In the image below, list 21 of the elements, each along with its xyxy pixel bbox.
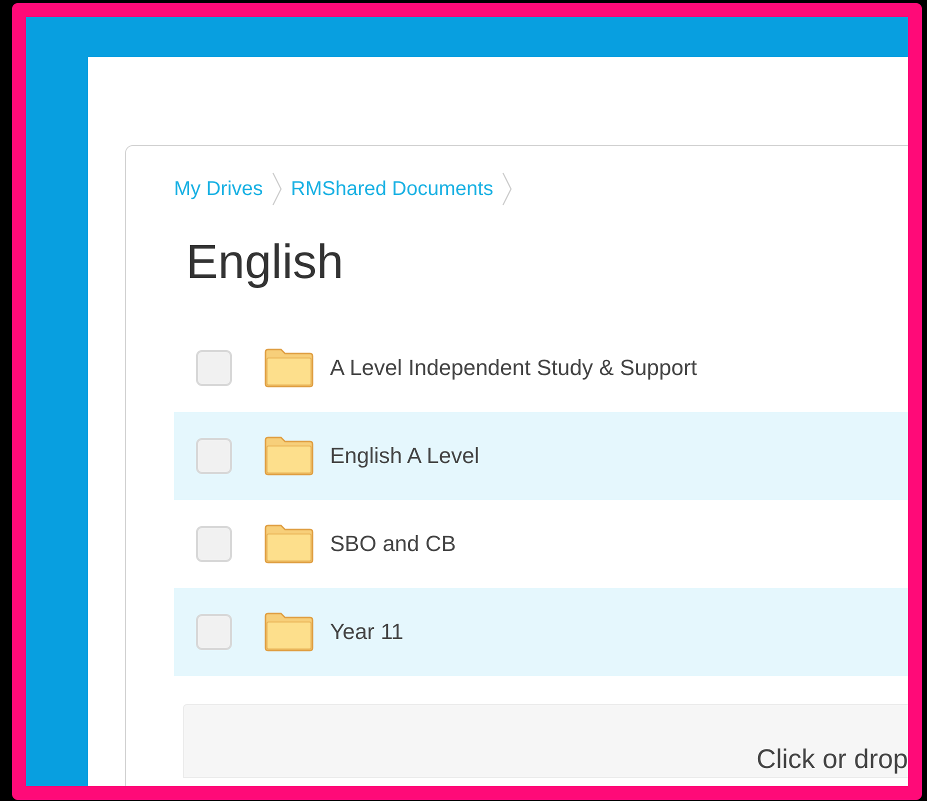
row-checkbox[interactable] <box>196 614 232 650</box>
row-checkbox[interactable] <box>196 438 232 474</box>
row-checkbox[interactable] <box>196 350 232 386</box>
folder-icon <box>264 612 314 652</box>
folder-row[interactable]: SBO and CB <box>174 500 908 588</box>
folder-icon <box>264 436 314 476</box>
folder-icon <box>264 524 314 564</box>
folder-row[interactable]: A Level Independent Study & Support <box>174 324 908 412</box>
folder-name: SBO and CB <box>330 530 456 558</box>
folder-icon <box>264 348 314 388</box>
folder-name: A Level Independent Study & Support <box>330 354 697 382</box>
drop-zone-label: Click or drop <box>756 744 908 775</box>
folder-name: Year 11 <box>330 618 404 646</box>
drop-zone[interactable]: Click or drop <box>183 704 908 778</box>
folder-row[interactable]: Year 11 <box>174 588 908 676</box>
folder-row[interactable]: English A Level <box>174 412 908 500</box>
folder-name: English A Level <box>330 442 480 470</box>
chevron-icon <box>270 172 283 206</box>
row-checkbox[interactable] <box>196 526 232 562</box>
folder-title: English <box>186 235 344 291</box>
chevron-icon <box>501 172 514 206</box>
